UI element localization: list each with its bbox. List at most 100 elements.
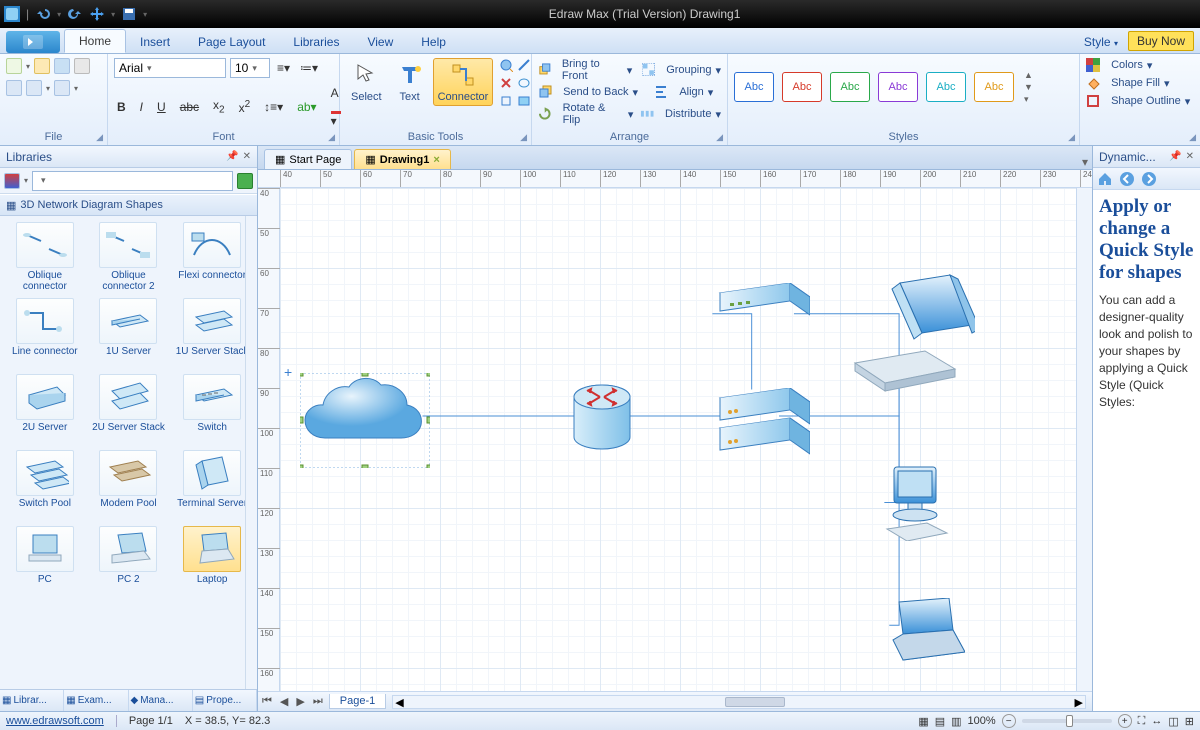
font-name-combo[interactable]: Arial▾ xyxy=(114,58,226,78)
fit-width-icon[interactable]: ↔ xyxy=(1151,715,1162,727)
shape-stencil[interactable]: Line connector xyxy=(4,296,86,370)
shape-stencil[interactable]: Flexi connector xyxy=(171,220,253,294)
zoom-slider[interactable] xyxy=(1022,719,1112,723)
line-tool-icon[interactable] xyxy=(517,58,531,72)
rect-icon[interactable] xyxy=(517,94,531,108)
outline-button[interactable]: Shape Outline xyxy=(1111,95,1181,107)
new-icon[interactable] xyxy=(6,58,22,74)
tab-home[interactable]: Home xyxy=(64,29,126,53)
scroll-thumb[interactable] xyxy=(725,697,785,707)
shape-pc-2[interactable] xyxy=(880,463,950,544)
shape-server-stack[interactable] xyxy=(700,388,810,465)
superscript-button[interactable]: x2 xyxy=(236,99,254,115)
grouping-button[interactable]: Grouping xyxy=(666,64,711,76)
crop-icon[interactable] xyxy=(499,94,513,108)
lib-go-icon[interactable] xyxy=(237,173,253,189)
shape-laptop[interactable] xyxy=(875,598,965,671)
number-list-icon[interactable]: ≔▾ xyxy=(297,61,321,75)
view-outline-icon[interactable]: ▤ xyxy=(935,715,945,728)
back-icon[interactable] xyxy=(1119,171,1135,187)
tab-insert[interactable]: Insert xyxy=(126,31,184,53)
panel-tab-properties[interactable]: ▤ Prope... xyxy=(193,690,257,711)
undo-icon[interactable] xyxy=(35,6,51,22)
shape-stencil[interactable]: PC 2 xyxy=(88,524,170,598)
shape-stencil[interactable]: 1U Server Stack xyxy=(171,296,253,370)
italic-button[interactable]: I xyxy=(137,100,146,114)
zoom-out-icon[interactable]: − xyxy=(1002,714,1016,728)
doctab-drawing1[interactable]: ▦Drawing1× xyxy=(354,149,450,169)
shape-stencil[interactable]: Modem Pool xyxy=(88,448,170,522)
page-prev-icon[interactable]: ◀ xyxy=(276,695,292,708)
buy-now-button[interactable]: Buy Now xyxy=(1128,31,1194,51)
zoom-knob[interactable] xyxy=(1066,715,1073,727)
scroll-left-icon[interactable]: ◀ xyxy=(395,696,403,709)
move-icon[interactable] xyxy=(89,6,105,22)
tab-libraries[interactable]: Libraries xyxy=(279,31,353,53)
strike-button[interactable]: abc xyxy=(177,100,202,114)
fill-button[interactable]: Shape Fill xyxy=(1111,77,1160,89)
shape-stencil[interactable]: Switch Pool xyxy=(4,448,86,522)
maximize-icon[interactable] xyxy=(1162,7,1176,21)
grid-icon[interactable]: ⊞ xyxy=(1185,715,1194,728)
minimize-icon[interactable] xyxy=(1142,7,1156,21)
shape-stencil[interactable]: Laptop xyxy=(171,524,253,598)
shape-cloud[interactable] xyxy=(300,373,430,471)
doctab-start[interactable]: ▦Start Page xyxy=(264,149,352,169)
page-next-icon[interactable]: ▶ xyxy=(292,695,308,708)
shape-stencil[interactable]: 2U Server Stack xyxy=(88,372,170,446)
fit-page-icon[interactable]: ⛶ xyxy=(1138,715,1146,728)
shape-router[interactable] xyxy=(572,383,632,456)
highlight-button[interactable]: ab▾ xyxy=(294,100,319,114)
style-swatch[interactable]: Abc xyxy=(878,72,918,102)
close-icon[interactable] xyxy=(1182,7,1196,21)
app-menu-icon[interactable] xyxy=(4,6,20,22)
style-swatch[interactable]: Abc xyxy=(974,72,1014,102)
canvas[interactable]: + xyxy=(280,188,1076,691)
zoom-value[interactable]: 100% xyxy=(968,715,996,727)
line-spacing-button[interactable]: ↕≡▾ xyxy=(261,100,286,114)
text-tool[interactable]: Text xyxy=(391,58,429,106)
shape-tool-icon[interactable] xyxy=(499,58,513,72)
shape-stencil[interactable]: Oblique connector xyxy=(4,220,86,294)
select-tool[interactable]: Select xyxy=(346,58,387,106)
shape-stencil[interactable]: Terminal Server xyxy=(171,448,253,522)
shape-pc-1[interactable] xyxy=(845,273,975,396)
style-swatch[interactable]: Abc xyxy=(734,72,774,102)
rotate-button[interactable]: Rotate & Flip xyxy=(563,102,624,126)
panel-tab-examples[interactable]: ▦ Exam... xyxy=(64,690,128,711)
view-normal-icon[interactable]: ▦ xyxy=(918,715,928,728)
styles-down-icon[interactable]: ▼ xyxy=(1024,82,1033,92)
styles-more-icon[interactable]: ▾ xyxy=(1024,94,1033,105)
shape-stencil[interactable]: 1U Server xyxy=(88,296,170,370)
panel-close-icon[interactable]: ✕ xyxy=(243,151,251,162)
align-button[interactable]: Align xyxy=(679,86,703,98)
pin-icon[interactable]: 📌 xyxy=(226,151,238,162)
page-last-icon[interactable]: ⏭ xyxy=(309,695,327,708)
underline-button[interactable]: U xyxy=(154,100,169,114)
paste-icon[interactable] xyxy=(54,80,70,96)
horizontal-scrollbar[interactable]: ◀▶ xyxy=(392,695,1086,709)
font-size-combo[interactable]: 10▾ xyxy=(230,58,270,78)
distribute-button[interactable]: Distribute xyxy=(665,108,711,120)
shape-stencil[interactable]: Switch xyxy=(171,372,253,446)
ellipse-icon[interactable] xyxy=(517,76,531,90)
vertical-scrollbar[interactable] xyxy=(1076,188,1092,691)
pan-icon[interactable]: ◫ xyxy=(1168,715,1178,728)
library-category[interactable]: ▦ 3D Network Diagram Shapes xyxy=(0,194,257,216)
doctabs-dropdown-icon[interactable]: ▾ xyxy=(1082,155,1088,169)
lib-gallery-icon[interactable] xyxy=(4,173,20,189)
cut-icon[interactable] xyxy=(6,80,22,96)
tab-close-icon[interactable]: × xyxy=(433,154,439,166)
tab-view[interactable]: View xyxy=(353,31,407,53)
subscript-button[interactable]: x2 xyxy=(210,98,228,115)
style-swatch[interactable]: Abc xyxy=(782,72,822,102)
panel-tab-manage[interactable]: ◆ Mana... xyxy=(129,690,193,711)
redo-icon[interactable] xyxy=(67,6,83,22)
shape-switch-top[interactable] xyxy=(700,283,810,336)
colors-button[interactable]: Colors xyxy=(1111,59,1143,71)
send-back-button[interactable]: Send to Back xyxy=(563,86,628,98)
shape-stencil[interactable]: Oblique connector 2 xyxy=(88,220,170,294)
page-tab[interactable]: Page-1 xyxy=(329,694,386,709)
copy-icon[interactable] xyxy=(26,80,42,96)
forward-icon[interactable] xyxy=(1141,171,1157,187)
